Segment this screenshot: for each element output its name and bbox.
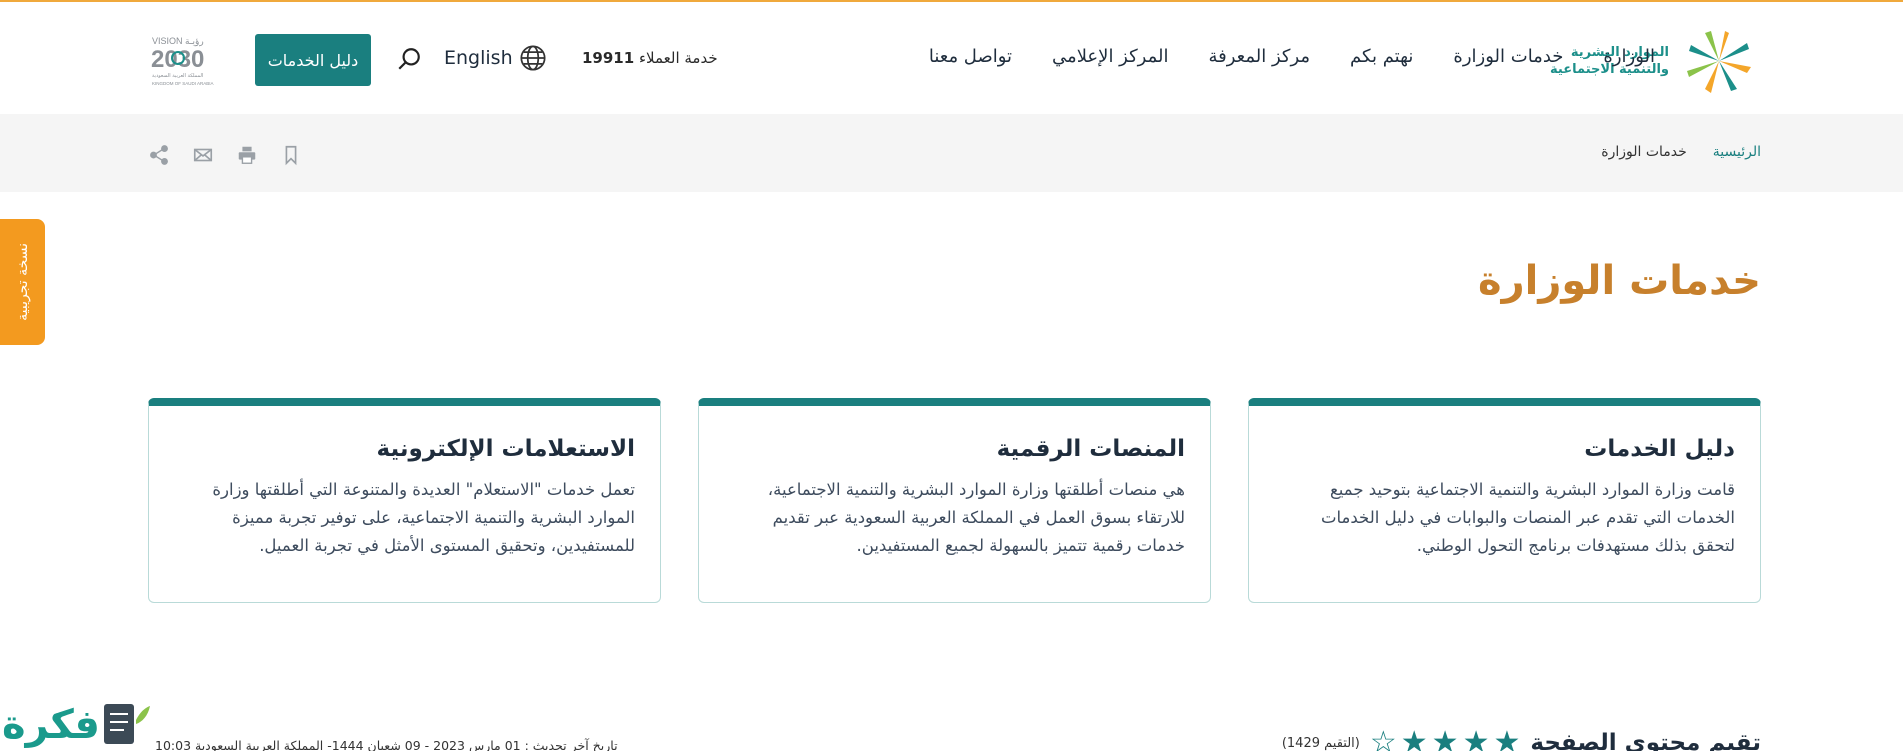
nav-item-we-care[interactable]: نهتم بكم — [1350, 46, 1413, 67]
page-tools — [148, 144, 302, 166]
star-icon[interactable]: ★ — [1401, 728, 1428, 751]
services-guide-button[interactable]: دليل الخدمات — [255, 34, 371, 86]
globe-icon — [520, 45, 546, 71]
print-icon[interactable] — [236, 144, 258, 166]
breadcrumb: الرئيسية خدمات الوزارة — [1601, 144, 1761, 160]
star-icon[interactable]: ★ — [1432, 728, 1459, 751]
last-updated: تاريخ آخر تحديث : 01 مارس 2023 - 09 شعبا… — [155, 738, 618, 751]
card-digital-platforms[interactable]: المنصات الرقمية هي منصات أطلقتها وزارة ا… — [698, 398, 1211, 603]
star-icon[interactable]: ★ — [1463, 728, 1490, 751]
page-title: خدمات الوزارة — [1477, 258, 1761, 304]
nav-item-knowledge-center[interactable]: مركز المعرفة — [1208, 46, 1310, 67]
card-body: تعمل خدمات "الاستعلام" العديدة والمتنوعة… — [212, 480, 635, 555]
customer-service-hotline[interactable]: خدمة العملاء 19911 — [582, 49, 718, 67]
beta-version-label: نسخة تجريبية — [14, 243, 31, 321]
breadcrumb-bar: الرئيسية خدمات الوزارة — [0, 114, 1903, 192]
card-title: دليل الخدمات — [1584, 436, 1735, 462]
language-label: English — [444, 47, 513, 69]
hotline-label: خدمة العملاء — [638, 49, 718, 67]
card-title: الاستعلامات الإلكترونية — [376, 436, 635, 462]
site-header: الموارد البشرية والتنمية الاجتماعية الوز… — [0, 2, 1903, 114]
breadcrumb-home[interactable]: الرئيسية — [1713, 144, 1761, 160]
nav-item-ministry-services[interactable]: خدمات الوزارة — [1453, 46, 1563, 67]
watermark-text: فكرة — [2, 702, 100, 748]
nav-item-ministry[interactable]: الوزارة — [1603, 46, 1655, 67]
logo-star-icon — [1687, 31, 1751, 93]
beta-version-tab[interactable]: نسخة تجريبية — [0, 219, 45, 345]
page-rating: تقيم محتوى الصفحة ★ ★ ★ ★ ☆ (التقيم 1429) — [1282, 728, 1761, 751]
hotline-number: 19911 — [582, 49, 635, 67]
nav-item-media-center[interactable]: المركز الإعلامي — [1052, 46, 1168, 67]
language-switch[interactable]: English — [444, 44, 547, 72]
rating-label: تقيم محتوى الصفحة — [1530, 730, 1761, 751]
share-icon[interactable] — [148, 144, 170, 166]
breadcrumb-current: خدمات الوزارة — [1601, 144, 1687, 160]
card-electronic-inquiries[interactable]: الاستعلامات الإلكترونية تعمل خدمات "الاس… — [148, 398, 661, 603]
rating-stars[interactable]: ★ ★ ★ ★ ☆ — [1370, 728, 1521, 751]
vision-2030-logo: VISION رؤيـة 2030 المملكة العربية السعود… — [151, 36, 214, 86]
card-services-guide[interactable]: دليل الخدمات قامت وزارة الموارد البشرية … — [1248, 398, 1761, 603]
nav-item-contact-us[interactable]: تواصل معنا — [929, 46, 1012, 67]
vision-sub-en: KINGDOM OF SAUDI ARABIA — [152, 81, 214, 86]
card-title: المنصات الرقمية — [996, 436, 1185, 462]
star-icon[interactable]: ☆ — [1370, 728, 1397, 751]
bookmark-icon[interactable] — [280, 144, 302, 166]
star-icon[interactable]: ★ — [1493, 728, 1520, 751]
mail-icon[interactable] — [192, 144, 214, 166]
card-body: قامت وزارة الموارد البشرية والتنمية الاج… — [1321, 480, 1735, 555]
card-body: هي منصات أطلقتها وزارة الموارد البشرية و… — [767, 480, 1185, 555]
search-icon[interactable] — [396, 46, 422, 72]
main-nav: الوزارة خدمات الوزارة نهتم بكم مركز المع… — [929, 46, 1655, 67]
vision-sub-ar: المملكة العربية السعودية — [152, 73, 203, 79]
vision-year-text: 2030 — [151, 46, 204, 73]
rating-count: (التقيم 1429) — [1281, 735, 1360, 751]
